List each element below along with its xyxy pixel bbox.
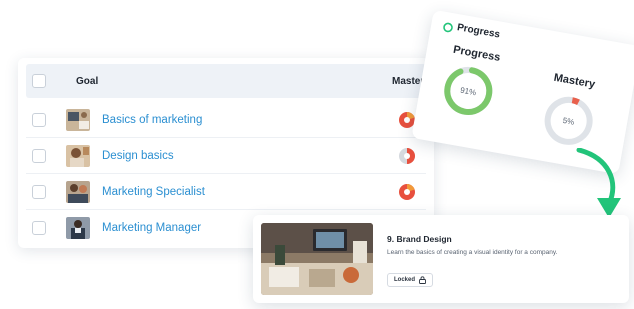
goal-link[interactable]: Marketing Manager [102, 222, 201, 234]
row-checkbox[interactable] [32, 149, 46, 163]
locked-label: Locked [394, 277, 416, 283]
row-checkbox[interactable] [32, 113, 46, 127]
mastery-label: Mastery [552, 71, 596, 91]
lock-icon [419, 276, 426, 284]
progress-label: Progress [452, 43, 502, 64]
goal-column-header: Goal [76, 76, 99, 87]
course-title: 9. Brand Design [387, 234, 452, 244]
progress-icon [443, 22, 453, 33]
goal-thumbnail [66, 145, 90, 167]
mastery-pie-icon [399, 148, 415, 164]
table-row[interactable]: Basics of marketing [26, 102, 426, 138]
row-checkbox[interactable] [32, 185, 46, 199]
progress-ring: 91% [444, 66, 493, 115]
mastery-pie-icon [399, 184, 415, 200]
table-header: Goal Mastery [26, 64, 430, 98]
goal-thumbnail [66, 217, 90, 239]
course-description: Learn the basics of creating a visual id… [387, 249, 558, 256]
curved-arrow-icon [576, 148, 621, 218]
goal-link[interactable]: Basics of marketing [102, 114, 202, 126]
select-all-checkbox[interactable] [32, 74, 46, 88]
goal-thumbnail [66, 181, 90, 203]
progress-value-text: 91% [460, 86, 477, 98]
goal-thumbnail [66, 109, 90, 131]
goal-link[interactable]: Design basics [102, 150, 174, 162]
locked-badge: Locked [387, 273, 434, 287]
row-checkbox[interactable] [32, 221, 46, 235]
course-image [261, 223, 373, 295]
progress-card-title: Progress [456, 22, 501, 41]
table-row[interactable]: Design basics [26, 138, 426, 174]
table-row[interactable]: Marketing Specialist [26, 174, 426, 210]
mastery-ring: 5% [544, 96, 593, 145]
mastery-value-text: 5% [562, 116, 575, 127]
course-card[interactable]: 9. Brand Design Learn the basics of crea… [253, 215, 629, 303]
goal-link[interactable]: Marketing Specialist [102, 186, 205, 198]
